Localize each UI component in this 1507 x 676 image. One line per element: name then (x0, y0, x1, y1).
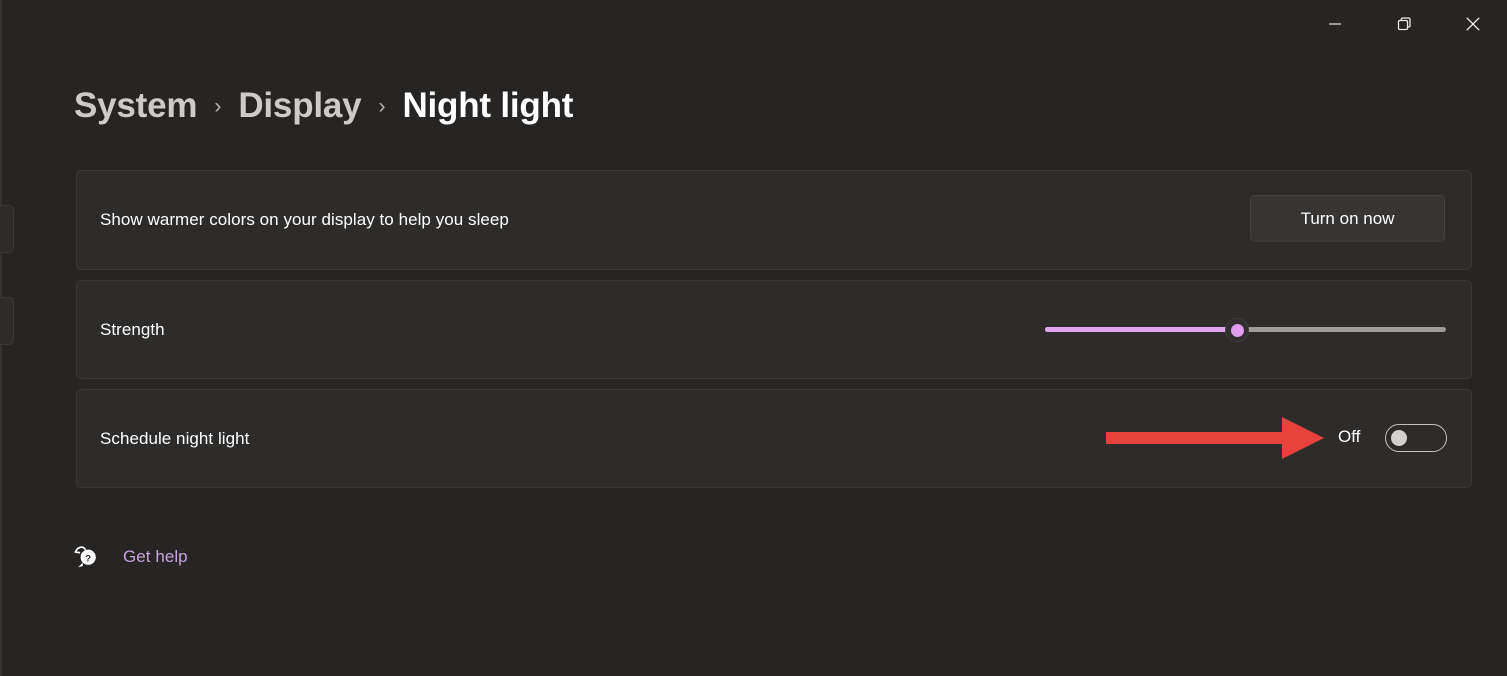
question-bubble-icon: ? (72, 543, 101, 572)
turn-on-now-button[interactable]: Turn on now (1250, 195, 1445, 242)
slider-thumb[interactable] (1225, 318, 1250, 342)
restore-button[interactable] (1369, 0, 1438, 47)
get-help[interactable]: ? Get help (72, 538, 188, 576)
get-help-link[interactable]: Get help (123, 547, 188, 567)
close-button[interactable] (1438, 0, 1507, 47)
setting-card-schedule-night-light: Schedule night light (76, 389, 1472, 488)
breadcrumb-item-display[interactable]: Display (238, 88, 361, 123)
slider-fill (1045, 327, 1238, 332)
setting-label-warmer-colors: Show warmer colors on your display to he… (100, 210, 509, 229)
minimize-icon (1324, 13, 1346, 35)
svg-text:?: ? (85, 553, 91, 564)
setting-label-schedule-night-light: Schedule night light (100, 428, 250, 448)
schedule-night-light-toggle[interactable] (1385, 424, 1447, 452)
restore-icon (1393, 13, 1415, 35)
breadcrumb-separator: › (214, 95, 222, 118)
toggle-knob (1391, 430, 1407, 446)
breadcrumb-item-system[interactable]: System (74, 88, 198, 123)
schedule-toggle-state-label: Off (1338, 427, 1361, 446)
breadcrumb-separator: › (378, 95, 386, 118)
minimize-button[interactable] (1300, 0, 1369, 47)
clipped-edge-card-lower (0, 297, 14, 345)
close-icon (1462, 13, 1484, 35)
clipped-edge-card-upper (0, 205, 14, 253)
window-controls (1300, 0, 1507, 47)
strength-slider[interactable] (1045, 318, 1446, 342)
breadcrumb: System › Display › Night light (74, 88, 573, 138)
setting-card-night-light-toggle-now: Show warmer colors on your display to he… (76, 170, 1472, 270)
setting-label-strength: Strength (100, 319, 165, 339)
window-titlebar (0, 0, 1507, 47)
slider-thumb-inner (1230, 323, 1244, 337)
page-title: Night light (402, 86, 574, 125)
